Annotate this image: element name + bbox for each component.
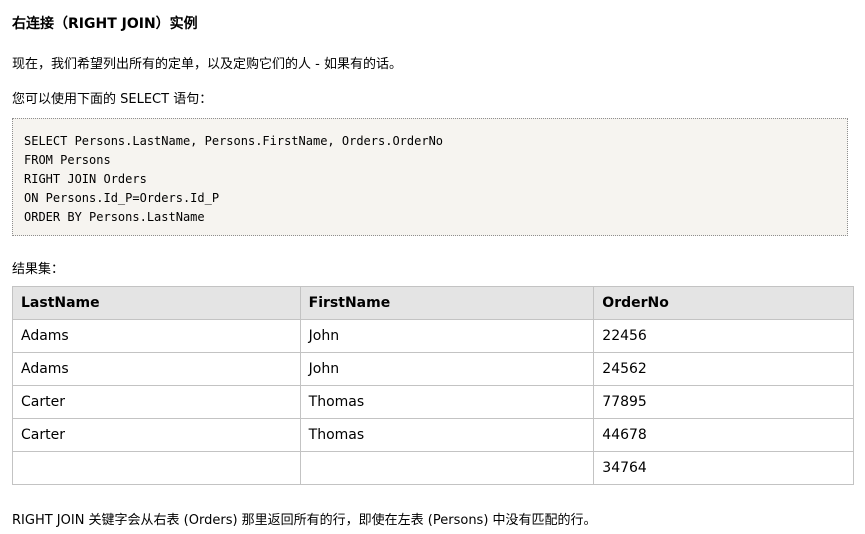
sql-code-block: SELECT Persons.LastName, Persons.FirstNa… xyxy=(12,118,848,236)
code-line: ON Persons.Id_P=Orders.Id_P xyxy=(24,191,220,205)
note-paragraph: RIGHT JOIN 关键字会从右表 (Orders) 那里返回所有的行，即使在… xyxy=(12,513,597,528)
table-row: Adams John 22456 xyxy=(12,319,854,353)
cell-orderno: 22456 xyxy=(593,319,854,353)
cell-lastname xyxy=(12,451,301,485)
cell-lastname: Adams xyxy=(12,319,301,353)
select-intro-paragraph: 您可以使用下面的 SELECT 语句： xyxy=(12,92,213,107)
table-header-row: LastName FirstName OrderNo xyxy=(12,286,854,320)
cell-lastname: Carter xyxy=(12,418,301,452)
cell-orderno: 34764 xyxy=(593,451,854,485)
table-row: Carter Thomas 44678 xyxy=(12,418,854,452)
cell-firstname: Thomas xyxy=(299,418,595,452)
table-row: Carter Thomas 77895 xyxy=(12,385,854,419)
section-heading: 右连接（RIGHT JOIN）实例 xyxy=(12,16,198,32)
code-line: FROM Persons xyxy=(24,153,111,167)
cell-lastname: Adams xyxy=(12,352,301,386)
intro-paragraph: 现在，我们希望列出所有的定单，以及定购它们的人 - 如果有的话。 xyxy=(12,57,402,72)
cell-lastname: Carter xyxy=(12,385,301,419)
code-line: SELECT Persons.LastName, Persons.FirstNa… xyxy=(24,134,444,148)
column-header-firstname: FirstName xyxy=(299,286,595,320)
cell-firstname: John xyxy=(299,319,595,353)
cell-orderno: 77895 xyxy=(593,385,854,419)
result-label: 结果集： xyxy=(12,262,65,277)
cell-orderno: 24562 xyxy=(593,352,854,386)
cell-firstname: John xyxy=(299,352,595,386)
table-row: Adams John 24562 xyxy=(12,352,854,386)
column-header-orderno: OrderNo xyxy=(593,286,854,320)
cell-orderno: 44678 xyxy=(593,418,854,452)
table-row: 34764 xyxy=(12,451,854,485)
code-line: RIGHT JOIN Orders xyxy=(24,172,147,186)
code-line: ORDER BY Persons.LastName xyxy=(24,210,205,224)
column-header-lastname: LastName xyxy=(12,286,301,320)
cell-firstname: Thomas xyxy=(299,385,595,419)
result-table: LastName FirstName OrderNo Adams John 22… xyxy=(12,286,854,485)
cell-firstname xyxy=(299,451,595,485)
